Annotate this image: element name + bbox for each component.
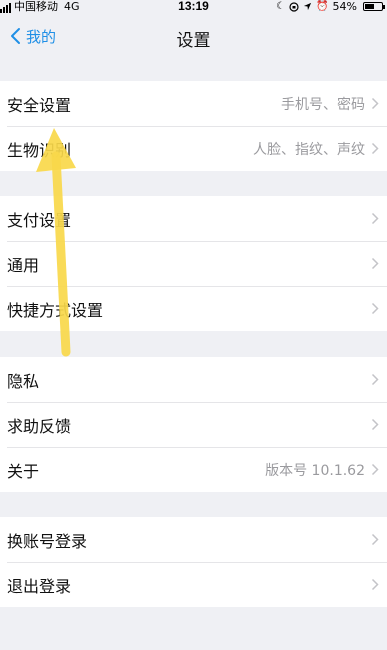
chevron-right-icon xyxy=(371,578,379,591)
row-label: 隐私 xyxy=(7,371,40,391)
rotation-lock-icon xyxy=(289,1,299,12)
row-switch-account[interactable]: 换账号登录 xyxy=(0,517,387,562)
row-help-feedback[interactable]: 求助反馈 xyxy=(0,402,387,447)
settings-group-account: 安全设置 手机号、密码 生物识别 人脸、指纹、声纹 xyxy=(0,81,387,171)
row-label: 快捷方式设置 xyxy=(7,300,104,320)
row-label: 换账号登录 xyxy=(7,531,88,551)
chevron-right-icon xyxy=(371,533,379,546)
row-label: 关于 xyxy=(7,461,40,481)
status-bar: 中国移动 4G 13:19 ☾ ⏰ 54% xyxy=(0,0,387,14)
chevron-right-icon xyxy=(371,257,379,270)
row-about[interactable]: 关于 版本号 10.1.62 xyxy=(0,447,387,492)
chevron-right-icon xyxy=(371,463,379,476)
settings-group-login: 换账号登录 退出登录 xyxy=(0,517,387,607)
chevron-right-icon xyxy=(371,97,379,110)
row-value: 手机号、密码 xyxy=(281,96,365,113)
alarm-icon: ⏰ xyxy=(316,1,329,12)
row-label: 退出登录 xyxy=(7,576,72,596)
row-label: 求助反馈 xyxy=(7,416,72,436)
row-logout[interactable]: 退出登录 xyxy=(0,562,387,607)
row-privacy[interactable]: 隐私 xyxy=(0,357,387,402)
row-label: 安全设置 xyxy=(7,95,72,115)
row-general[interactable]: 通用 xyxy=(0,241,387,286)
battery-percent: 54% xyxy=(332,0,357,13)
chevron-right-icon xyxy=(371,212,379,225)
chevron-right-icon xyxy=(371,302,379,315)
battery-fill xyxy=(365,4,374,9)
chevron-right-icon xyxy=(371,373,379,386)
row-payment-settings[interactable]: 支付设置 xyxy=(0,196,387,241)
navigation-bar: 我的 设置 xyxy=(0,14,387,58)
row-value: 人脸、指纹、声纹 xyxy=(253,141,365,158)
chevron-right-icon xyxy=(371,418,379,431)
row-security-settings[interactable]: 安全设置 手机号、密码 xyxy=(0,81,387,126)
moon-icon: ☾ xyxy=(276,1,286,12)
row-label: 通用 xyxy=(7,255,40,275)
row-shortcut-settings[interactable]: 快捷方式设置 xyxy=(0,286,387,331)
row-label: 生物识别 xyxy=(7,140,72,160)
settings-group-privacy: 隐私 求助反馈 关于 版本号 10.1.62 xyxy=(0,357,387,492)
status-right: ☾ ⏰ 54% xyxy=(276,0,385,13)
location-icon xyxy=(303,2,312,11)
battery-icon xyxy=(363,2,385,11)
chevron-right-icon xyxy=(371,142,379,155)
row-biometrics[interactable]: 生物识别 人脸、指纹、声纹 xyxy=(0,126,387,171)
row-label: 支付设置 xyxy=(7,210,72,230)
version-value: 版本号 10.1.62 xyxy=(265,462,365,479)
settings-group-general: 支付设置 通用 快捷方式设置 xyxy=(0,196,387,331)
page-title: 设置 xyxy=(176,31,211,51)
